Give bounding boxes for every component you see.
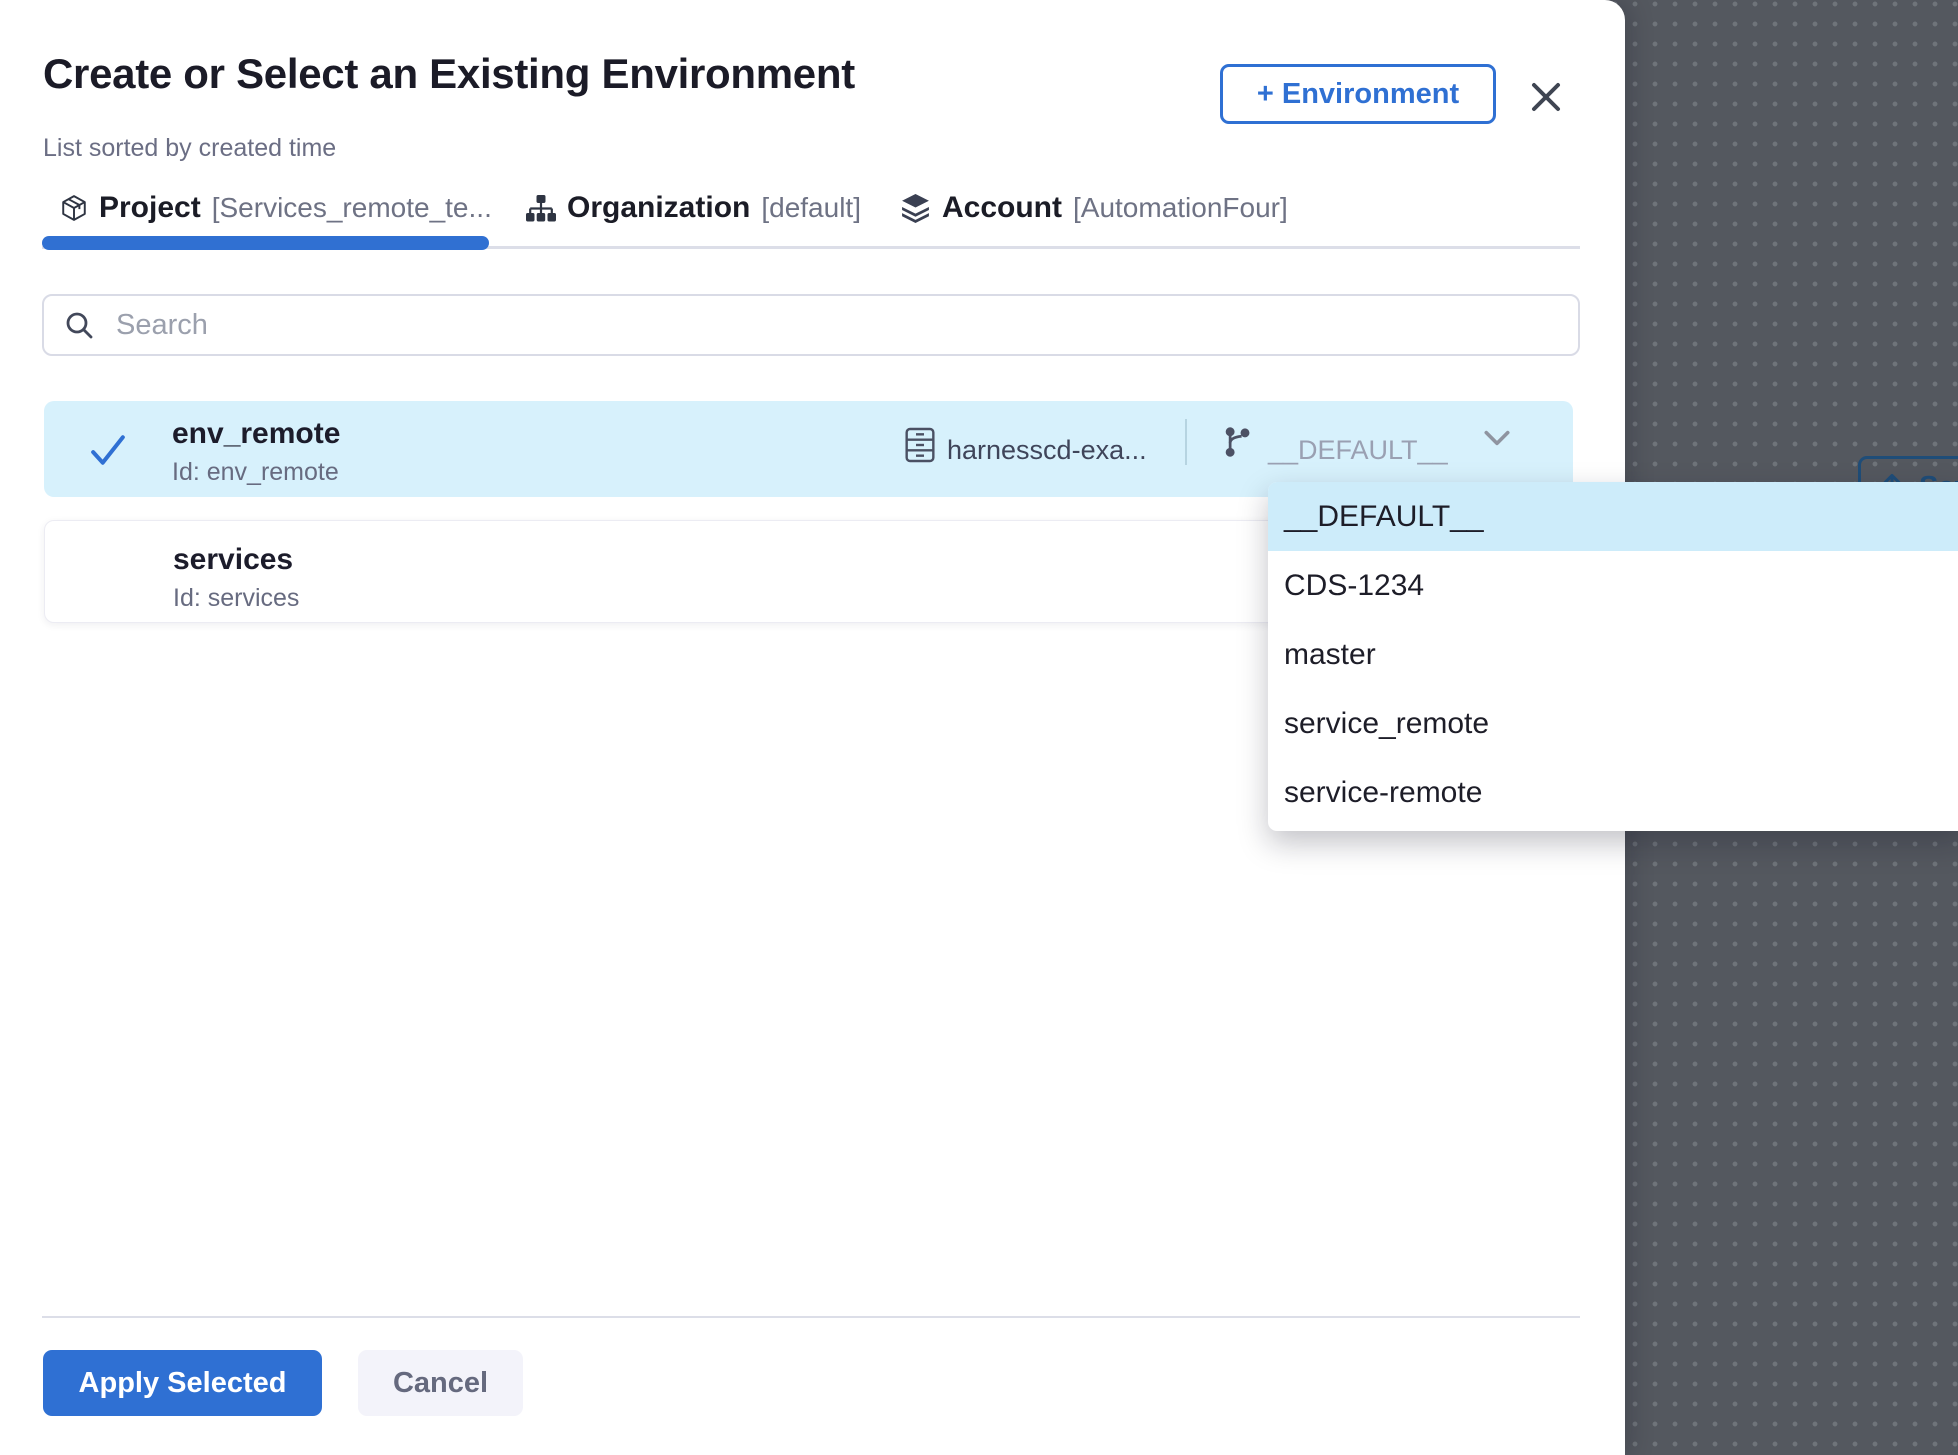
footer-divider [42,1316,1580,1318]
close-icon [1524,75,1568,119]
environment-id: Id: env_remote [172,458,339,487]
search-input[interactable] [114,308,1558,343]
active-tab-indicator [42,236,489,250]
git-branch-icon [1222,426,1252,458]
tab-organization-context: [default] [761,192,861,224]
branch-option-cds-1234[interactable]: CDS-1234 [1268,551,1958,620]
selected-check-icon [90,434,126,466]
tab-account-label: Account [942,191,1062,225]
environment-name: services [173,543,293,577]
tab-account[interactable]: Account [AutomationFour] [900,188,1288,228]
cube-icon [60,194,88,222]
new-environment-button[interactable]: + Environment [1220,64,1496,124]
apply-selected-button[interactable]: Apply Selected [43,1350,322,1416]
branch-dropdown: __DEFAULT__ CDS-1234 master service_remo… [1268,482,1958,831]
search-box [42,294,1580,356]
branch-option-master[interactable]: master [1268,620,1958,689]
repository-icon [904,427,936,463]
sort-note: List sorted by created time [43,134,336,163]
tab-account-context: [AutomationFour] [1073,192,1288,224]
tab-project-context: [Services_remote_te... [212,192,492,224]
environment-id: Id: services [173,584,299,613]
sitemap-icon [526,194,556,222]
repository-name: harnesscd-exa... [947,435,1147,466]
tab-project-label: Project [99,191,201,225]
screen: Save Create or Select an Existing Enviro… [0,0,1958,1455]
branch-option-service-dash-remote[interactable]: service-remote [1268,758,1958,827]
search-icon [64,310,94,340]
layers-icon [900,194,931,223]
tab-organization[interactable]: Organization [default] [526,188,861,228]
tab-project[interactable]: Project [Services_remote_te... [60,188,492,228]
tab-organization-label: Organization [567,191,750,225]
cancel-button[interactable]: Cancel [358,1350,523,1416]
close-button[interactable] [1522,74,1570,122]
chevron-down-icon[interactable] [1482,429,1512,447]
row-divider [1185,419,1187,465]
branch-option-service-underscore-remote[interactable]: service_remote [1268,689,1958,758]
branch-selector-value[interactable]: __DEFAULT__ [1268,435,1448,466]
environment-name: env_remote [172,417,340,451]
branch-option-default[interactable]: __DEFAULT__ [1268,482,1958,551]
page-title: Create or Select an Existing Environment [43,50,855,98]
